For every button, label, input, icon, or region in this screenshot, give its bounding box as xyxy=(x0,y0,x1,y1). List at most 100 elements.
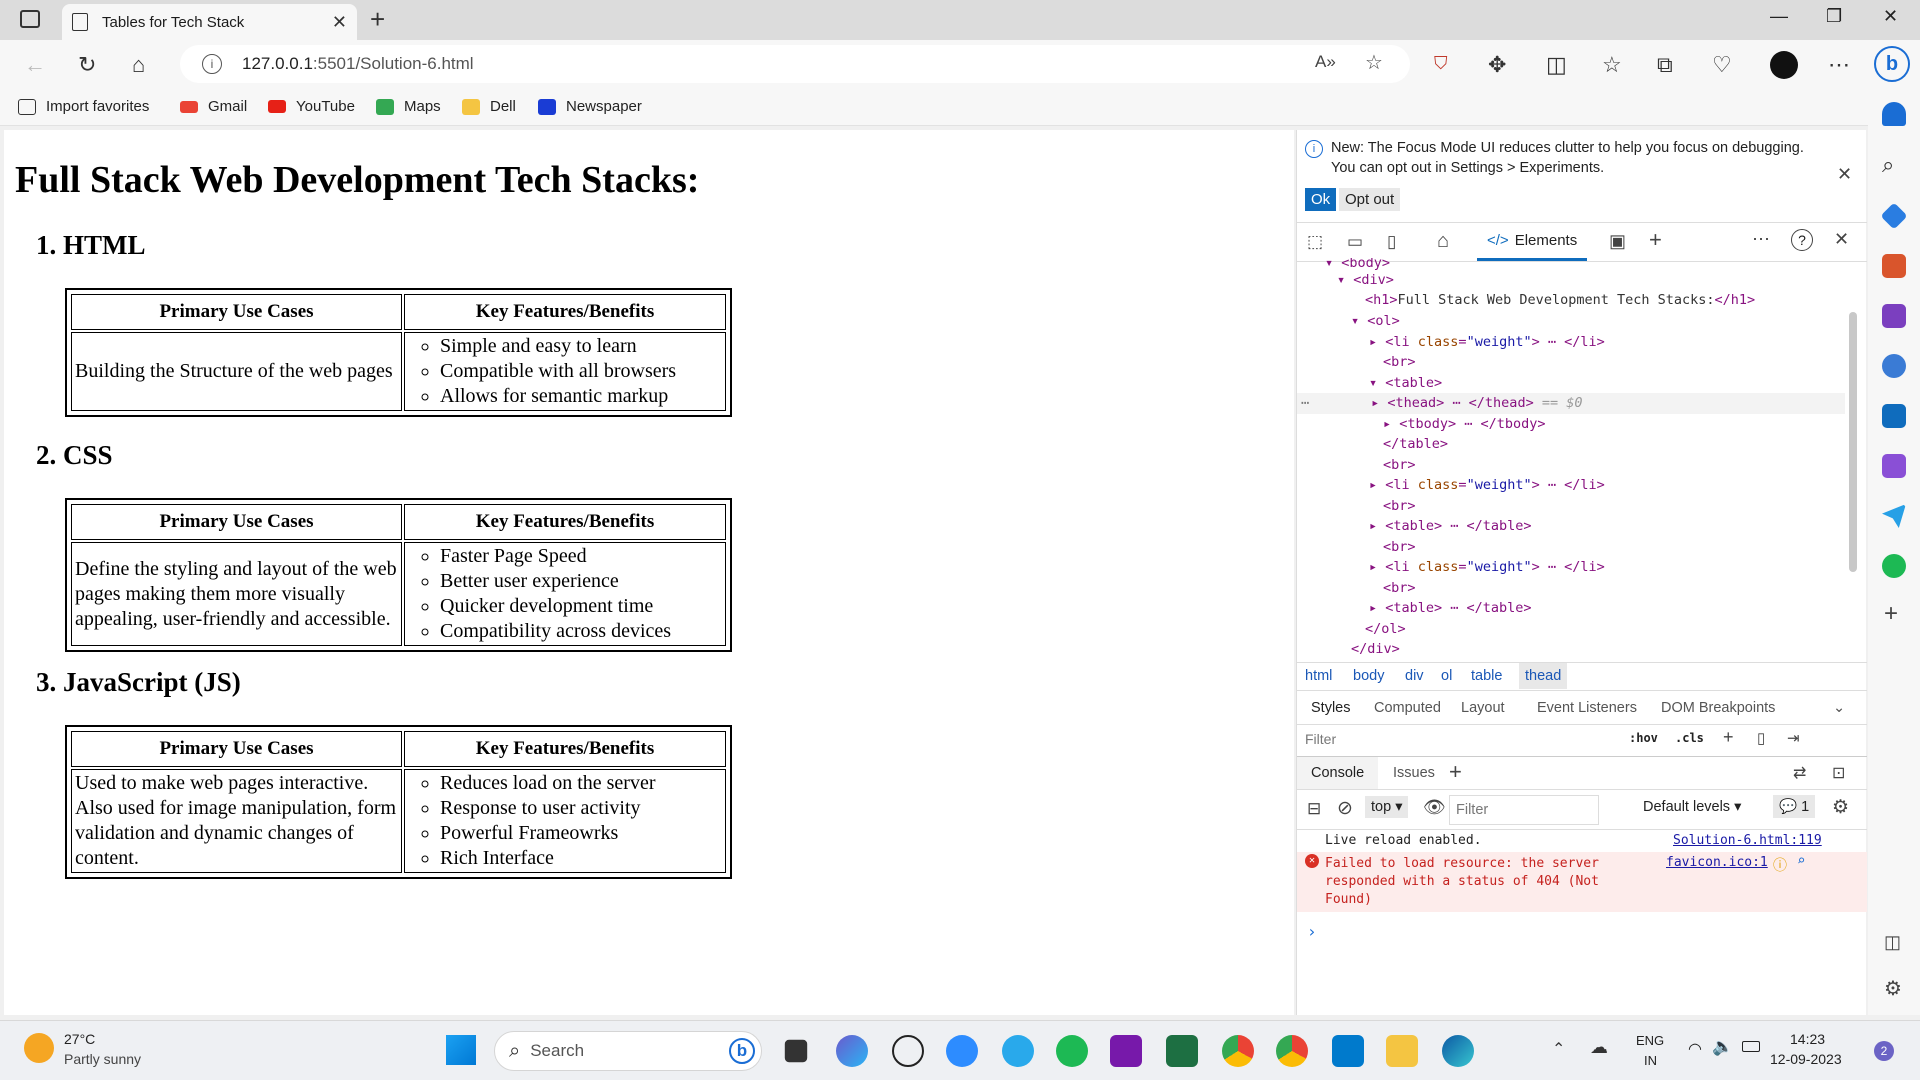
fav-maps[interactable]: Maps xyxy=(376,98,441,115)
dom-line[interactable]: <br> xyxy=(1383,455,1416,476)
home-icon[interactable]: ⌂ xyxy=(132,52,145,78)
weather-desc[interactable]: Partly sunny xyxy=(64,1051,141,1067)
tab-computed[interactable]: Computed xyxy=(1374,700,1441,716)
console-settings-icon[interactable]: ⚙ xyxy=(1832,796,1849,819)
dom-line[interactable]: ▸ <table> ⋯ </table> xyxy=(1369,598,1532,619)
copilot-app-icon[interactable] xyxy=(836,1035,868,1067)
url-field[interactable]: i 127.0.0.1:5501/Solution-6.html A» ☆ xyxy=(180,45,1410,83)
extensions-icon[interactable]: ✥ xyxy=(1488,52,1506,78)
crumb-html[interactable]: html xyxy=(1305,668,1332,684)
split-screen-icon[interactable]: ◫ xyxy=(1546,52,1567,78)
paint-icon[interactable]: ▯ xyxy=(1757,729,1765,747)
file-explorer-icon[interactable] xyxy=(1386,1035,1418,1067)
crumb-table[interactable]: table xyxy=(1471,668,1502,684)
spotify-icon[interactable] xyxy=(1882,554,1906,578)
edge-icon[interactable] xyxy=(1442,1035,1474,1067)
tab-layout[interactable]: Layout xyxy=(1461,700,1505,716)
language-line1[interactable]: ENG xyxy=(1636,1033,1664,1048)
console-filter-input[interactable]: Filter xyxy=(1449,795,1599,825)
add-tool-icon[interactable]: + xyxy=(1649,227,1662,253)
console-prompt-icon[interactable]: › xyxy=(1307,922,1317,941)
device-toolbar-icon[interactable]: ▭ xyxy=(1347,232,1363,252)
send-icon[interactable] xyxy=(1882,504,1906,528)
browser-tab[interactable]: Tables for Tech Stack ✕ xyxy=(62,4,357,40)
tab-elements[interactable]: </> Elements xyxy=(1477,223,1588,261)
task-view-icon[interactable] xyxy=(784,1039,808,1063)
dom-line[interactable]: ▾ <table> xyxy=(1369,373,1442,394)
fav-youtube[interactable]: YouTube xyxy=(268,98,355,115)
dom-line[interactable]: ▾ <div> xyxy=(1337,270,1394,291)
weather-icon[interactable] xyxy=(24,1033,54,1063)
tab-actions-icon[interactable] xyxy=(20,10,40,28)
site-info-icon[interactable]: i xyxy=(202,54,222,74)
crumb-thead[interactable]: thead xyxy=(1519,663,1568,689)
hov-toggle[interactable]: :hov xyxy=(1629,731,1658,745)
opt-out-button[interactable]: Opt out xyxy=(1339,188,1401,211)
maximize-icon[interactable]: ❐ xyxy=(1826,6,1842,27)
clock-time[interactable]: 14:23 xyxy=(1790,1031,1825,1047)
explain-icon[interactable]: ⓘ xyxy=(1773,855,1787,875)
taskbar-search[interactable]: ⌕ Search b xyxy=(494,1031,762,1071)
sidebar-toggle-icon[interactable]: ⇥ xyxy=(1787,729,1800,747)
dom-line[interactable]: ▸ <table> ⋯ </table> xyxy=(1369,516,1532,537)
dom-line[interactable]: </div> xyxy=(1351,639,1400,660)
tab-console[interactable]: Console xyxy=(1297,757,1379,789)
chrome-icon[interactable] xyxy=(1222,1035,1254,1067)
tab-dom-breakpoints[interactable]: DOM Breakpoints xyxy=(1661,700,1775,716)
designer-icon[interactable] xyxy=(1882,454,1906,478)
welcome-home-icon[interactable]: ⌂ xyxy=(1437,230,1449,253)
ok-button[interactable]: Ok xyxy=(1305,188,1337,211)
more-tools-icon[interactable]: ⋯ xyxy=(1752,229,1770,250)
dom-line[interactable]: </ol> xyxy=(1365,619,1406,640)
collections-icon[interactable]: ⧉ xyxy=(1657,52,1673,78)
inspect-icon[interactable]: ⬚ xyxy=(1307,232,1323,252)
add-sidebar-app-icon[interactable]: + xyxy=(1884,600,1898,628)
clear-console-icon[interactable]: ⊘ xyxy=(1337,797,1353,820)
dell-icon[interactable] xyxy=(892,1035,924,1067)
extension-shield-icon[interactable]: ⛉ xyxy=(1434,53,1448,74)
shopping-tag-icon[interactable] xyxy=(1880,202,1908,230)
battery-icon[interactable] xyxy=(1742,1041,1760,1052)
tab-styles[interactable]: Styles xyxy=(1311,700,1351,716)
minimize-icon[interactable]: — xyxy=(1770,6,1788,27)
log-source-link[interactable]: Solution-6.html:119 xyxy=(1673,833,1822,848)
move-drawer-icon[interactable]: ⇄ xyxy=(1793,763,1806,783)
new-tab-button[interactable]: + xyxy=(370,4,385,35)
dom-line[interactable]: ▾ <ol> xyxy=(1351,311,1400,332)
tab-event-listeners[interactable]: Event Listeners xyxy=(1537,700,1637,716)
read-aloud-icon[interactable]: A» xyxy=(1315,52,1336,72)
wifi-icon[interactable]: ◠ xyxy=(1688,1039,1702,1059)
notification-badge[interactable]: 2 xyxy=(1874,1041,1894,1061)
sidebar-icon[interactable]: ⊟ xyxy=(1307,799,1321,819)
copilot-icon[interactable]: b xyxy=(1874,46,1910,82)
log-levels-select[interactable]: Default levels ▾ xyxy=(1643,799,1741,815)
close-drawer-icon[interactable]: ⊡ xyxy=(1832,763,1845,783)
dom-line[interactable]: <br> xyxy=(1383,496,1416,517)
language-line2[interactable]: IN xyxy=(1644,1053,1657,1068)
tab-issues[interactable]: Issues xyxy=(1393,765,1435,781)
fav-newspaper[interactable]: Newspaper xyxy=(538,98,642,115)
search-icon[interactable]: ⌕ xyxy=(1882,152,1894,178)
dom-line[interactable]: ▸ <li class="weight"> ⋯ </li> xyxy=(1369,475,1605,496)
fav-dell[interactable]: Dell xyxy=(462,98,516,115)
dom-line[interactable]: ▸ <li class="weight"> ⋯ </li> xyxy=(1369,557,1605,578)
dom-tree[interactable]: ▾ <body> ▾ <div> <h1>Full Stack Web Deve… xyxy=(1297,258,1857,662)
add-drawer-tool-icon[interactable]: + xyxy=(1449,759,1462,785)
crumb-ol[interactable]: ol xyxy=(1441,668,1452,684)
dom-line[interactable]: ▾ <body> xyxy=(1325,258,1390,270)
performance-icon[interactable]: ♡ xyxy=(1712,52,1732,78)
favorite-star-icon[interactable]: ☆ xyxy=(1365,50,1383,75)
onedrive-icon[interactable]: ☁ xyxy=(1590,1037,1608,1058)
close-tab-icon[interactable]: ✕ xyxy=(332,12,347,33)
dom-line[interactable]: ▸ <li class="weight"> ⋯ </li> xyxy=(1369,332,1605,353)
zoom-icon[interactable] xyxy=(946,1035,978,1067)
games-icon[interactable] xyxy=(1882,304,1906,328)
crumb-body[interactable]: body xyxy=(1353,668,1384,684)
vscode-icon[interactable] xyxy=(1332,1035,1364,1067)
search-issue-icon[interactable]: ⌕ xyxy=(1797,853,1805,869)
start-button[interactable] xyxy=(446,1035,476,1065)
dom-line[interactable]: <br> xyxy=(1383,537,1416,558)
fav-import-favorites[interactable]: Import favorites xyxy=(18,98,149,115)
live-expression-icon[interactable]: 👁 xyxy=(1423,797,1446,818)
spotify-icon[interactable] xyxy=(1056,1035,1088,1067)
